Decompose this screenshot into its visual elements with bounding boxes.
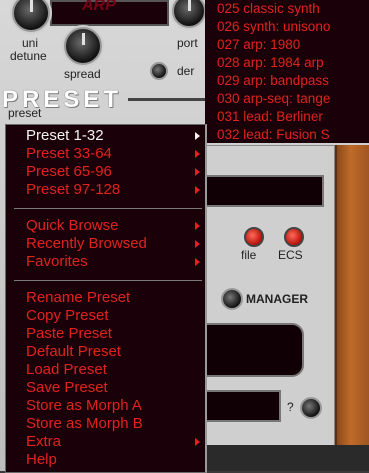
preset-list-item[interactable]: 026 synth: unisono (217, 19, 330, 34)
help-button[interactable] (300, 397, 322, 419)
submenu-arrow-icon (195, 222, 200, 230)
menu-item-preset-33-64[interactable]: Preset 33-64 (26, 145, 112, 163)
menu-item-help[interactable]: Help (26, 451, 57, 469)
submenu-arrow-icon (195, 186, 200, 194)
preset-list-item[interactable]: 028 arp: 1984 arp (217, 55, 324, 70)
preset-label: preset (8, 106, 42, 120)
menu-item-store-morph-b[interactable]: Store as Morph B (26, 415, 143, 433)
preset-list-item[interactable]: 025 classic synth (217, 1, 320, 16)
file-button[interactable] (244, 227, 264, 247)
der-label: der (177, 64, 195, 78)
arp-display-text: ARP (82, 0, 116, 14)
submenu-arrow-icon (195, 240, 200, 248)
spread-label: spread (64, 67, 101, 81)
preset-list-item[interactable]: 030 arp-seq: tange (217, 91, 330, 106)
menu-item-paste-preset[interactable]: Paste Preset (26, 325, 112, 343)
menu-item-preset-65-96[interactable]: Preset 65-96 (26, 163, 112, 181)
info-display (205, 390, 281, 422)
menu-item-favorites[interactable]: Favorites (26, 253, 88, 271)
spread-knob[interactable] (64, 27, 102, 65)
preset-list-item[interactable]: 031 lead: Berliner (217, 109, 323, 124)
menu-separator (14, 280, 202, 281)
preset-name-display (205, 175, 324, 207)
menu-item-extra[interactable]: Extra (26, 433, 61, 451)
submenu-arrow-icon (195, 438, 200, 446)
help-question-label: ? (287, 400, 294, 414)
ecs-label: ECS (278, 248, 303, 262)
menu-item-store-morph-a[interactable]: Store as Morph A (26, 397, 142, 415)
menu-item-preset-97-128[interactable]: Preset 97-128 (26, 181, 120, 199)
ecs-button[interactable] (284, 227, 304, 247)
bottom-strip (205, 445, 369, 471)
menu-item-recently-browsed[interactable]: Recently Browsed (26, 235, 147, 253)
file-label: file (241, 248, 257, 262)
menu-separator (14, 208, 202, 209)
submenu-arrow-icon (195, 150, 200, 158)
preset-list-item[interactable]: 032 lead: Fusion S (217, 127, 330, 142)
wood-side-panel (335, 145, 369, 445)
submenu-arrow-icon (195, 258, 200, 266)
port-label: port (177, 36, 198, 50)
menu-item-preset-1-32[interactable]: Preset 1-32 (26, 127, 104, 145)
manager-display (205, 323, 304, 377)
manager-label: MANAGER (246, 292, 308, 306)
der-button[interactable] (150, 62, 168, 80)
menu-item-default-preset[interactable]: Default Preset (26, 343, 121, 361)
menu-item-rename-preset[interactable]: Rename Preset (26, 289, 130, 307)
submenu-arrow-icon (195, 132, 200, 140)
menu-item-save-preset[interactable]: Save Preset (26, 379, 108, 397)
preset-list-item[interactable]: 029 arp: bandpass (217, 73, 329, 88)
submenu-arrow-icon (195, 168, 200, 176)
detune-label: detune (10, 49, 47, 63)
menu-item-copy-preset[interactable]: Copy Preset (26, 307, 109, 325)
preset-divider (128, 98, 208, 101)
preset-list-item[interactable]: 027 arp: 1980 (217, 37, 300, 52)
menu-item-quick-browse[interactable]: Quick Browse (26, 217, 119, 235)
preset-context-menu: Preset 1-32 Preset 33-64 Preset 65-96 Pr… (5, 124, 207, 473)
menu-item-load-preset[interactable]: Load Preset (26, 361, 107, 379)
uni-label: uni (22, 36, 39, 50)
manager-button[interactable] (221, 288, 243, 310)
